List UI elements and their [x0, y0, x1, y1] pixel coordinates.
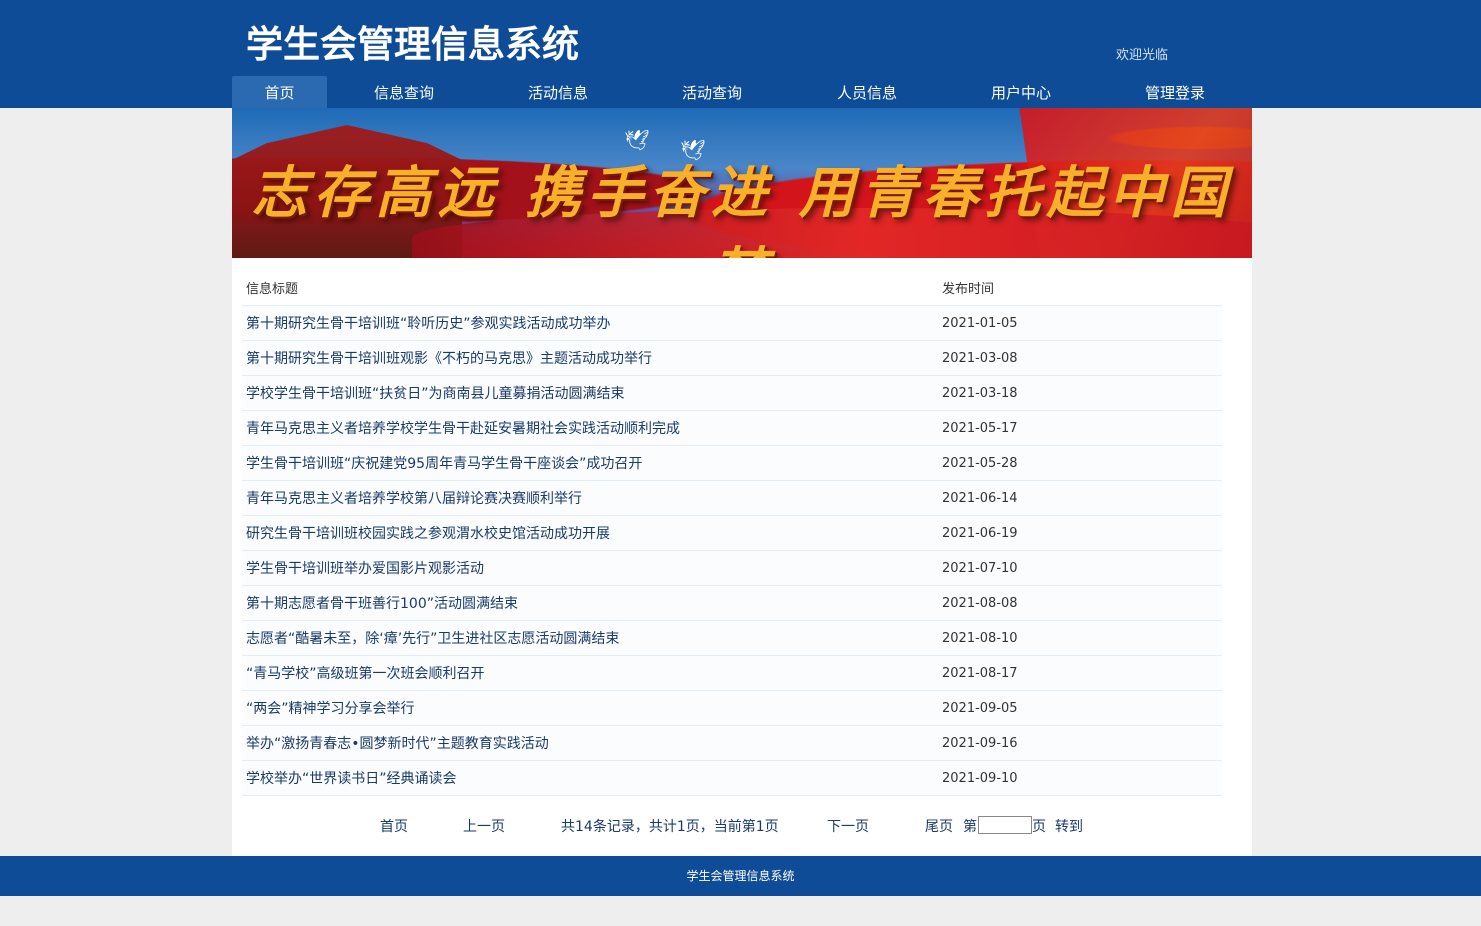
pager-prev[interactable]: 上一页: [463, 816, 505, 836]
news-date: 2021-08-10: [942, 620, 1222, 656]
table-row: 第十期研究生骨干培训班“聆听历史”参观实践活动成功举办 2021-01-05: [242, 305, 1222, 341]
news-title-link[interactable]: 学生骨干培训班“庆祝建党95周年青马学生骨干座谈会”成功召开: [242, 445, 942, 481]
news-title-link[interactable]: “两会”精神学习分享会举行: [242, 690, 942, 726]
pager-page-prefix: 第: [963, 819, 977, 835]
pager-last[interactable]: 尾页: [925, 816, 953, 836]
nav-item-personnel-info[interactable]: 人员信息: [815, 76, 919, 108]
column-header-date-cell: 发布时间: [942, 270, 1222, 306]
news-table: 信息标题 发布时间 第十期研究生骨干培训班“聆听历史”参观实践活动成功举办 202…: [242, 270, 1222, 796]
column-header-date: 发布时间: [942, 282, 995, 297]
table-row: 第十期研究生骨干培训班观影《不朽的马克思》主题活动成功举行 2021-03-08: [242, 340, 1222, 376]
table-row: “青马学校”高级班第一次班会顺利召开 2021-08-17: [242, 655, 1222, 691]
footer-text: 学生会管理信息系统: [686, 869, 795, 883]
news-title-link[interactable]: 学校学生骨干培训班“扶贫日”为商南县儿童募捐活动圆满结束: [242, 375, 942, 411]
nav-item-activity-info[interactable]: 活动信息: [506, 76, 610, 108]
news-date: 2021-06-19: [942, 515, 1222, 551]
news-title-link[interactable]: 第十期志愿者骨干班善行100”活动圆满结束: [242, 585, 942, 621]
main-nav: 首页 信息查询 活动信息 活动查询 人员信息 用户中心 管理登录: [232, 76, 1252, 108]
table-row: 第十期志愿者骨干班善行100”活动圆满结束 2021-08-08: [242, 585, 1222, 621]
news-date: 2021-03-08: [942, 340, 1222, 376]
news-date: 2021-05-17: [942, 410, 1222, 446]
header-bar: 学生会管理信息系统 欢迎光临 首页 信息查询 活动信息 活动查询 人员信息 用户…: [0, 0, 1481, 108]
nav-item-info-query[interactable]: 信息查询: [352, 76, 456, 108]
table-row: 学校学生骨干培训班“扶贫日”为商南县儿童募捐活动圆满结束 2021-03-18: [242, 375, 1222, 411]
banner-slogan: 志存高远 携手奋进 用青春托起中国梦: [251, 160, 1233, 258]
table-row: 学校举办“世界读书日”经典诵读会 2021-09-10: [242, 760, 1222, 796]
pagination: 首页 上一页 共14条记录，共计1页，当前第1页 下一页 尾页 第 页 转到: [232, 814, 1252, 838]
table-row: 学生骨干培训班“庆祝建党95周年青马学生骨干座谈会”成功召开 2021-05-28: [242, 445, 1222, 481]
content-panel: 信息标题 发布时间 第十期研究生骨干培训班“聆听历史”参观实践活动成功举办 202…: [232, 258, 1252, 856]
table-row: 研究生骨干培训班校园实践之参观渭水校史馆活动成功开展 2021-06-19: [242, 515, 1222, 551]
news-date: 2021-03-18: [942, 375, 1222, 411]
nav-item-home[interactable]: 首页: [232, 76, 327, 108]
table-row: 学生骨干培训班举办爱国影片观影活动 2021-07-10: [242, 550, 1222, 586]
news-title-link[interactable]: “青马学校”高级班第一次班会顺利召开: [242, 655, 942, 691]
nav-item-user-center[interactable]: 用户中心: [969, 76, 1073, 108]
pager-first[interactable]: 首页: [380, 816, 408, 836]
table-row: 青年马克思主义者培养学校学生骨干赴延安暑期社会实践活动顺利完成 2021-05-1…: [242, 410, 1222, 446]
news-date: 2021-09-10: [942, 760, 1222, 796]
news-date: 2021-07-10: [942, 550, 1222, 586]
pager-info: 共14条记录，共计1页，当前第1页: [561, 819, 779, 835]
news-date: 2021-06-14: [942, 480, 1222, 516]
news-title-link[interactable]: 志愿者“酷暑未至，除‘瘴’先行”卫生进社区志愿活动圆满结束: [242, 620, 942, 656]
table-row: 志愿者“酷暑未至，除‘瘴’先行”卫生进社区志愿活动圆满结束 2021-08-10: [242, 620, 1222, 656]
banner: 🕊 🕊 志存高远 携手奋进 用青春托起中国梦: [232, 108, 1252, 258]
news-date: 2021-05-28: [942, 445, 1222, 481]
news-title-link[interactable]: 学生骨干培训班举办爱国影片观影活动: [242, 550, 942, 586]
news-title-link[interactable]: 第十期研究生骨干培训班“聆听历史”参观实践活动成功举办: [242, 305, 942, 341]
site-title: 学生会管理信息系统: [246, 23, 579, 66]
page-number-input[interactable]: [978, 816, 1032, 834]
table-row: 青年马克思主义者培养学校第八届辩论赛决赛顺利举行 2021-06-14: [242, 480, 1222, 516]
pager-page-suffix: 页: [1032, 819, 1046, 835]
news-date: 2021-09-16: [942, 725, 1222, 761]
pager-go-button[interactable]: 转到: [1055, 816, 1083, 836]
news-title-link[interactable]: 研究生骨干培训班校园实践之参观渭水校史馆活动成功开展: [242, 515, 942, 551]
footer: 学生会管理信息系统: [0, 856, 1481, 896]
table-row: “两会”精神学习分享会举行 2021-09-05: [242, 690, 1222, 726]
news-title-link[interactable]: 举办“激扬青春志•圆梦新时代”主题教育实践活动: [242, 725, 942, 761]
news-date: 2021-01-05: [942, 305, 1222, 341]
nav-item-activity-query[interactable]: 活动查询: [660, 76, 764, 108]
news-date: 2021-08-08: [942, 585, 1222, 621]
news-title-link[interactable]: 青年马克思主义者培养学校学生骨干赴延安暑期社会实践活动顺利完成: [242, 410, 942, 446]
welcome-text: 欢迎光临: [1116, 48, 1169, 63]
news-title-link[interactable]: 青年马克思主义者培养学校第八届辩论赛决赛顺利举行: [242, 480, 942, 516]
table-row: 举办“激扬青春志•圆梦新时代”主题教育实践活动 2021-09-16: [242, 725, 1222, 761]
pager-next[interactable]: 下一页: [827, 816, 869, 836]
nav-item-admin-login[interactable]: 管理登录: [1123, 76, 1227, 108]
news-date: 2021-09-05: [942, 690, 1222, 726]
news-date: 2021-08-17: [942, 655, 1222, 691]
news-title-link[interactable]: 第十期研究生骨干培训班观影《不朽的马克思》主题活动成功举行: [242, 340, 942, 376]
table-header-row: 信息标题 发布时间: [242, 270, 1222, 306]
news-title-link[interactable]: 学校举办“世界读书日”经典诵读会: [242, 760, 942, 796]
column-header-title: 信息标题: [242, 270, 942, 306]
